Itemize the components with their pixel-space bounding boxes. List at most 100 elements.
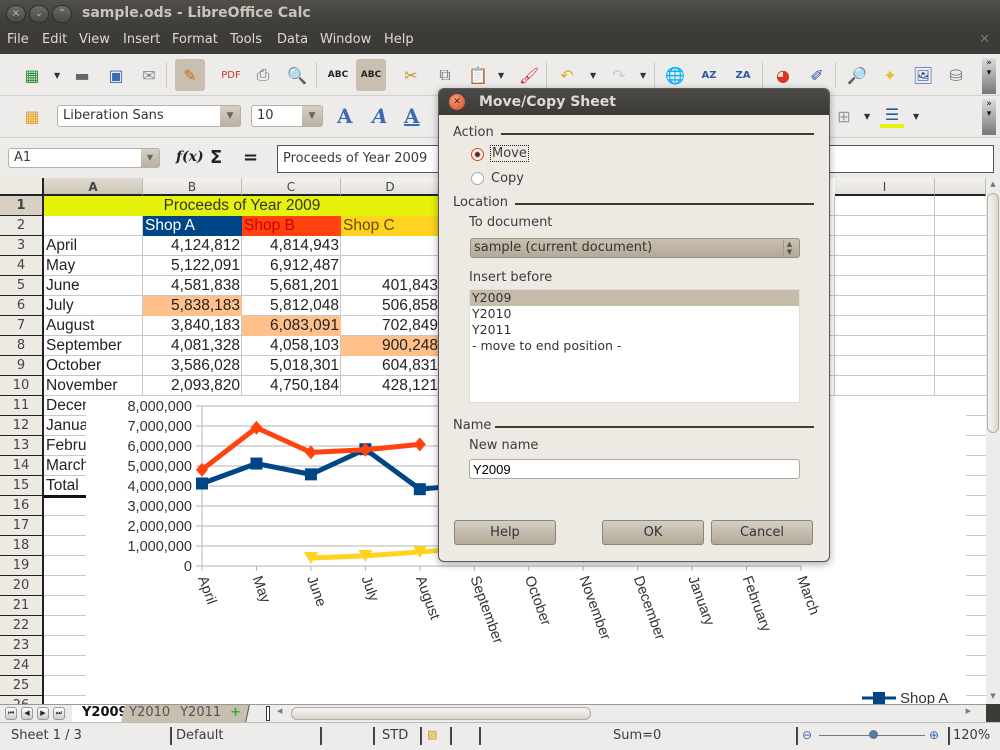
row-header[interactable]: 20 xyxy=(0,576,44,596)
row-header[interactable]: 26 xyxy=(0,696,44,704)
sheet-tab-y2010[interactable]: Y2010 xyxy=(121,705,179,722)
data-cell[interactable]: 4,081,328 xyxy=(143,336,242,356)
edit-file-icon[interactable]: ✎ xyxy=(175,59,205,91)
row-header[interactable]: 23 xyxy=(0,636,44,656)
data-cell[interactable]: 4,750,184 xyxy=(242,376,341,396)
data-cell[interactable]: March xyxy=(44,456,86,476)
zoom-level[interactable]: 120% xyxy=(953,728,990,743)
new-spreadsheet-icon[interactable]: ▦ xyxy=(20,63,44,87)
copy-radio-label[interactable]: Copy xyxy=(491,171,524,186)
header-cell[interactable]: Shop B xyxy=(242,216,341,236)
data-cell[interactable]: July xyxy=(44,296,143,316)
row-header[interactable]: 7 xyxy=(0,316,44,336)
data-cell[interactable]: 401,843 xyxy=(341,276,440,296)
font-name-dropdown-arrow[interactable]: ▼ xyxy=(220,106,240,126)
borders-dropdown-arrow[interactable]: ▼ xyxy=(864,112,870,121)
dialog-close-button[interactable]: ✕ xyxy=(449,94,465,110)
data-cell[interactable]: 3,840,183 xyxy=(143,316,242,336)
print-icon[interactable]: ⎙ xyxy=(251,63,275,87)
row-header[interactable]: 6 xyxy=(0,296,44,316)
data-cell[interactable]: June xyxy=(44,276,143,296)
list-item[interactable]: Y2010 xyxy=(470,306,799,322)
data-cell[interactable]: 6,912,487 xyxy=(242,256,341,276)
menu-insert[interactable]: Insert xyxy=(123,32,160,47)
row-header[interactable]: 5 xyxy=(0,276,44,296)
menu-edit[interactable]: Edit xyxy=(42,32,67,47)
data-cell[interactable]: October xyxy=(44,356,143,376)
row-header[interactable]: 3 xyxy=(0,236,44,256)
row-header[interactable]: 22 xyxy=(0,616,44,636)
export-pdf-icon[interactable]: PDF xyxy=(219,63,243,87)
data-sources-icon[interactable]: ⛁ xyxy=(944,63,968,87)
row-header[interactable]: 9 xyxy=(0,356,44,376)
header-cell[interactable]: Shop C xyxy=(341,216,440,236)
email-icon[interactable]: ✉ xyxy=(137,63,161,87)
data-cell[interactable]: 5,018,301 xyxy=(242,356,341,376)
sum-icon[interactable]: Σ xyxy=(210,147,222,168)
row-header[interactable]: 15 xyxy=(0,476,44,496)
font-name-combo[interactable]: Liberation Sans ▼ xyxy=(57,105,241,127)
data-cell[interactable]: 4,124,812 xyxy=(143,236,242,256)
data-cell[interactable]: 5,838,183 xyxy=(143,296,242,316)
row-header[interactable]: 18 xyxy=(0,536,44,556)
horizontal-scrollbar[interactable]: ◀ ▶ xyxy=(275,707,975,720)
chart-icon[interactable]: ◕ xyxy=(771,63,795,87)
zoom-out-icon[interactable]: ⊖ xyxy=(802,728,812,742)
sheet-tab-y2011[interactable]: Y2011 xyxy=(172,705,230,722)
row-header[interactable]: 13 xyxy=(0,436,44,456)
data-cell[interactable]: 4,814,943 xyxy=(242,236,341,256)
help-button[interactable]: Help xyxy=(454,520,556,545)
underline-icon[interactable]: A xyxy=(404,104,420,128)
undo-dropdown-arrow[interactable]: ▼ xyxy=(590,71,596,80)
window-close-button[interactable]: × xyxy=(6,5,26,23)
row-header[interactable]: 12 xyxy=(0,416,44,436)
data-cell[interactable]: Total xyxy=(44,476,86,496)
data-cell[interactable]: 428,121 xyxy=(341,376,440,396)
add-sheet-button[interactable]: + xyxy=(222,705,250,722)
open-icon[interactable]: ▬ xyxy=(70,63,94,87)
toolbar2-overflow-icon[interactable]: » ▾ xyxy=(982,99,996,135)
name-box[interactable]: A1 ▼ xyxy=(8,148,160,168)
move-radio[interactable] xyxy=(471,148,484,161)
header-cell[interactable] xyxy=(44,216,143,236)
column-header-a[interactable]: A xyxy=(44,178,143,196)
row-header[interactable]: 10 xyxy=(0,376,44,396)
cut-icon[interactable]: ✂ xyxy=(399,63,423,87)
data-cell[interactable]: 6,083,091 xyxy=(242,316,341,336)
data-cell[interactable]: 4,058,103 xyxy=(242,336,341,356)
function-wizard-icon[interactable]: f(x) xyxy=(176,149,204,165)
data-cell[interactable]: 3,586,028 xyxy=(143,356,242,376)
spellcheck-icon[interactable]: ABC xyxy=(326,63,350,87)
list-item[interactable]: Y2009 xyxy=(470,290,799,306)
data-cell[interactable]: 4,581,838 xyxy=(143,276,242,296)
column-header-b[interactable]: B xyxy=(143,178,242,196)
data-cell[interactable] xyxy=(341,236,440,256)
to-document-select[interactable]: sample (current document) ▲ ▼ xyxy=(470,238,800,258)
font-size-dropdown-arrow[interactable]: ▼ xyxy=(302,106,322,126)
copy-radio[interactable] xyxy=(471,172,484,185)
menu-window[interactable]: Window xyxy=(320,32,371,47)
data-cell[interactable]: 5,812,048 xyxy=(242,296,341,316)
list-item[interactable]: - move to end position - xyxy=(470,338,799,354)
column-header-c[interactable]: C xyxy=(242,178,341,196)
data-cell[interactable]: 506,858 xyxy=(341,296,440,316)
scroll-right-icon[interactable]: ▶ xyxy=(966,707,971,715)
print-preview-icon[interactable]: 🔍 xyxy=(285,63,309,87)
tab-splitter-handle[interactable] xyxy=(266,706,270,721)
sort-ascending-icon[interactable]: AZ xyxy=(697,63,721,87)
window-maximize-button[interactable]: ⌃ xyxy=(52,5,72,23)
scroll-up-icon[interactable]: ▲ xyxy=(986,180,1000,188)
row-header[interactable]: 25 xyxy=(0,676,44,696)
name-box-dropdown-arrow[interactable]: ▼ xyxy=(141,149,159,167)
paste-dropdown-arrow[interactable]: ▼ xyxy=(498,71,504,80)
data-cell[interactable]: 2,093,820 xyxy=(143,376,242,396)
show-draw-functions-icon[interactable]: ✐ xyxy=(805,63,829,87)
data-cell[interactable]: September xyxy=(44,336,143,356)
list-item[interactable]: Y2011 xyxy=(470,322,799,338)
menu-help[interactable]: Help xyxy=(384,32,414,47)
redo-dropdown-arrow[interactable]: ▼ xyxy=(640,71,646,80)
row-header[interactable]: 2 xyxy=(0,216,44,236)
data-cell[interactable]: 5,681,201 xyxy=(242,276,341,296)
styles-formatting-icon[interactable]: ▦ xyxy=(20,104,44,128)
column-header-d[interactable]: D xyxy=(341,178,440,196)
